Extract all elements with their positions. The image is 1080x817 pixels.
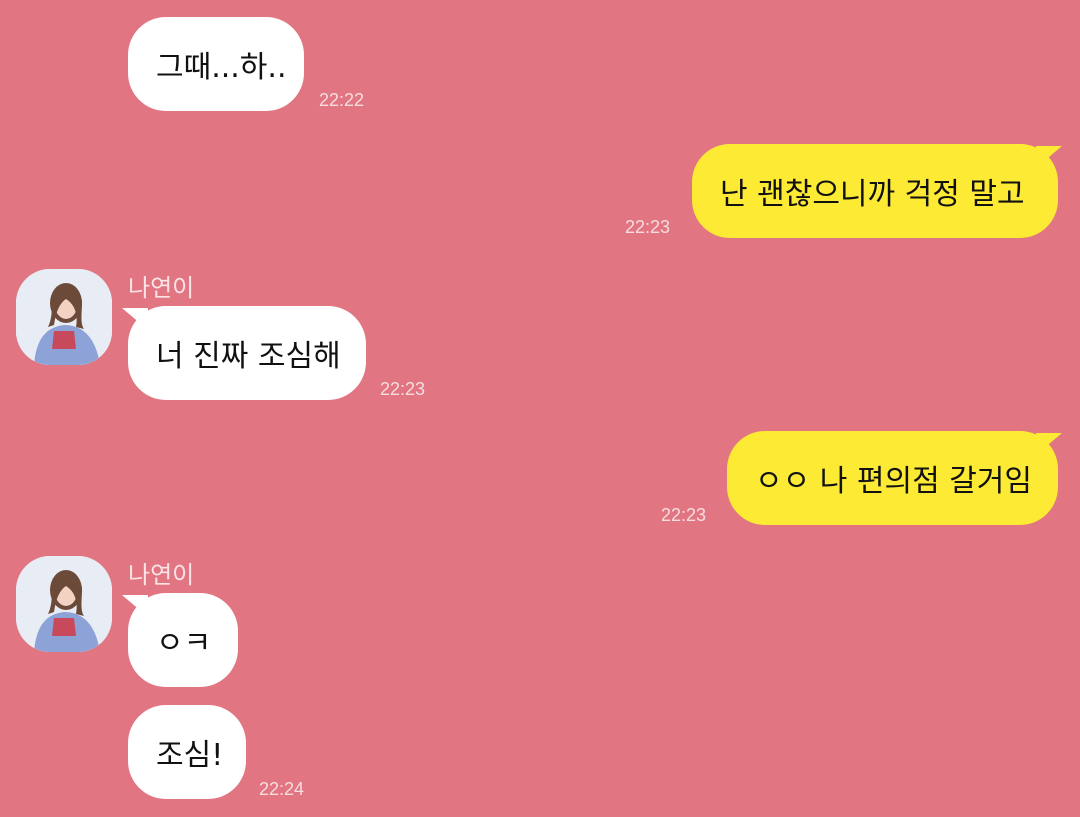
message-text: 그때...하.. <box>156 50 287 85</box>
message-text: ㅇㅋ <box>156 626 212 661</box>
message-timestamp: 22:23 <box>625 217 671 237</box>
message-timestamp: 22:23 <box>380 379 426 399</box>
message-text: 난 괜찮으니까 걱정 말고 <box>720 177 1025 212</box>
message-bubble-outgoing[interactable]: 난 괜찮으니까 걱정 말고 <box>692 144 1058 238</box>
sender-name: 나연이 <box>128 274 195 302</box>
message-bubble-incoming[interactable]: ㅇㅋ <box>128 593 238 687</box>
message-timestamp: 22:23 <box>661 505 707 525</box>
message-bubble-incoming[interactable]: 조심! <box>128 705 246 799</box>
message-text: ㅇㅇ 나 편의점 갈거임 <box>755 464 1033 499</box>
profile-avatar[interactable] <box>16 269 112 365</box>
message-bubble-incoming[interactable]: 너 진짜 조심해 <box>128 306 366 400</box>
message-bubble-outgoing[interactable]: ㅇㅇ 나 편의점 갈거임 <box>727 431 1058 525</box>
chat-message-list[interactable]: 그때...하.. 22:22 난 괜찮으니까 걱정 말고 22:23 나연이 너… <box>0 0 1080 817</box>
sender-name: 나연이 <box>128 561 195 589</box>
message-text: 조심! <box>156 738 224 773</box>
profile-photo-icon <box>16 269 112 365</box>
message-text: 너 진짜 조심해 <box>156 339 341 374</box>
profile-avatar[interactable] <box>16 556 112 652</box>
message-timestamp: 22:22 <box>319 90 365 110</box>
message-bubble-incoming[interactable]: 그때...하.. <box>128 17 304 111</box>
message-timestamp: 22:24 <box>259 779 305 799</box>
profile-photo-icon <box>16 556 112 652</box>
